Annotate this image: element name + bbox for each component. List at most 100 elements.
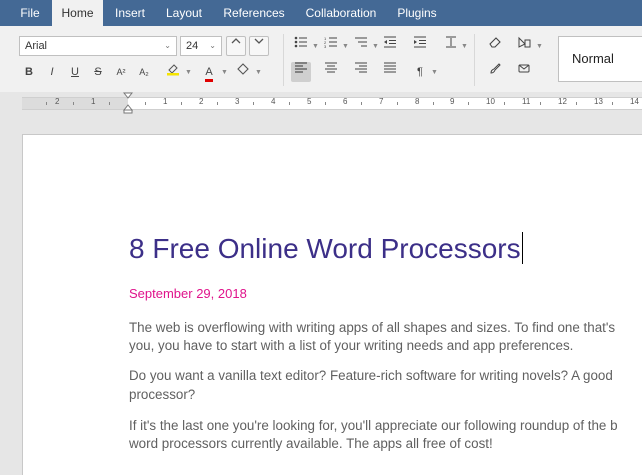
tab-plugins[interactable]: Plugins [390, 0, 444, 26]
paragraph-line[interactable]: The web is overflowing with writing apps… [129, 318, 615, 338]
align-right-icon [355, 62, 367, 73]
fill-color-button[interactable] [233, 62, 253, 82]
ruler-number: 6 [343, 97, 348, 106]
ruler-tick [468, 102, 469, 105]
ruler-tick [540, 102, 541, 105]
indent-icon [414, 36, 426, 48]
underline-button[interactable]: U [65, 62, 85, 82]
document-date[interactable]: September 29, 2018 [129, 286, 247, 301]
svg-text:3: 3 [324, 44, 327, 48]
ruler-number: 12 [558, 97, 567, 106]
chevron-down-icon [254, 38, 264, 44]
mail-merge-icon [518, 64, 530, 73]
ruler-tick [397, 102, 398, 105]
paragraph-line[interactable]: processor? [129, 385, 195, 405]
strikethrough-button[interactable]: S [88, 62, 108, 82]
bullet-list-button[interactable] [291, 36, 311, 56]
align-left-button[interactable] [291, 62, 311, 82]
tab-layout[interactable]: Layout [160, 0, 208, 26]
ruler-number: 8 [415, 97, 420, 106]
align-right-button[interactable] [351, 62, 371, 82]
ruler-tick [145, 102, 146, 105]
paintbrush-icon [490, 63, 501, 74]
heading-text: 8 Free Online Word Processors [129, 233, 521, 264]
increase-indent-button[interactable] [410, 36, 430, 56]
tab-file[interactable]: File [8, 0, 52, 26]
copy-style-button[interactable] [485, 62, 505, 82]
chevron-down-icon: ▼ [461, 43, 468, 50]
ruler-number: 11 [522, 97, 531, 106]
decrease-indent-button[interactable] [380, 36, 400, 56]
mail-merge-button[interactable] [514, 62, 534, 82]
bold-button[interactable]: B [19, 62, 39, 82]
chevron-down-icon: ⌄ [164, 41, 171, 50]
horizontal-ruler[interactable]: 2 1 1 2 3 4 5 6 7 8 9 10 11 12 13 14 [0, 92, 642, 112]
ruler-tick [612, 102, 613, 105]
ruler-number: 3 [235, 97, 240, 106]
chevron-down-icon: ▼ [342, 43, 349, 50]
ruler-tick [576, 102, 577, 105]
font-size-value: 24 [186, 40, 199, 52]
style-preset-normal[interactable]: Normal [558, 36, 642, 82]
tab-home[interactable]: Home [52, 0, 103, 26]
ruler-number: 13 [594, 97, 603, 106]
paint-bucket-icon [237, 63, 249, 75]
font-color-button[interactable]: A [199, 62, 219, 82]
eraser-icon [489, 37, 501, 48]
align-center-icon [325, 62, 337, 73]
paragraph-line[interactable]: you, you have to start with a list of yo… [129, 336, 573, 356]
paragraph-line[interactable]: Do you want a vanilla text editor? Featu… [129, 366, 613, 386]
ruler-number: 7 [379, 97, 384, 106]
tab-collaboration[interactable]: Collaboration [300, 0, 382, 26]
paragraph-line[interactable]: word processors currently available. The… [129, 434, 493, 454]
ruler-tick [73, 102, 74, 105]
paragraph-line[interactable]: If it's the last one you're looking for,… [129, 416, 618, 436]
multilevel-list-button[interactable] [351, 36, 371, 56]
document-heading[interactable]: 8 Free Online Word Processors [129, 232, 523, 265]
ruler-number: 2 [199, 97, 204, 106]
chevron-down-icon: ▼ [536, 43, 543, 50]
highlighter-icon [167, 64, 179, 76]
line-spacing-button[interactable] [440, 36, 460, 56]
justify-button[interactable] [380, 62, 400, 82]
tab-insert[interactable]: Insert [106, 0, 154, 26]
font-name-select[interactable]: Arial ⌄ [19, 36, 177, 56]
italic-button[interactable]: I [42, 62, 62, 82]
chevron-down-icon: ▼ [431, 69, 438, 76]
ruler-number: 9 [450, 97, 455, 106]
decrease-font-size-button[interactable] [249, 36, 269, 56]
ruler-tick [289, 102, 290, 105]
chevron-down-icon: ▼ [372, 43, 379, 50]
home-toolbar: Arial ⌄ 24 ⌄ B I U S A² A₂ ▼ A ▼ ▼ ▼ 123… [0, 26, 642, 93]
subscript-button[interactable]: A₂ [134, 62, 154, 82]
superscript-button[interactable]: A² [111, 62, 131, 82]
tab-references[interactable]: References [218, 0, 290, 26]
highlight-color-button[interactable] [163, 62, 183, 82]
toolbar-separator [283, 34, 284, 86]
document-page[interactable]: 8 Free Online Word Processors September … [22, 134, 642, 475]
align-left-icon [295, 62, 307, 73]
chevron-down-icon: ▼ [221, 69, 228, 76]
chevron-down-icon: ▼ [185, 69, 192, 76]
ruler-tick [325, 102, 326, 105]
ruler-tick [504, 102, 505, 105]
font-size-select[interactable]: 24 ⌄ [180, 36, 222, 56]
chevron-down-icon: ⌄ [209, 41, 216, 50]
clear-style-button[interactable] [485, 36, 505, 56]
ruler-number: 1 [163, 97, 168, 106]
multilevel-list-icon [355, 37, 367, 47]
numbered-list-button[interactable]: 123 [321, 36, 341, 56]
indent-marker-icon[interactable] [123, 92, 133, 114]
change-color-scheme-button[interactable] [514, 36, 534, 56]
ruler-tick [361, 102, 362, 105]
paragraph-marks-button[interactable]: ¶ [410, 62, 430, 82]
ruler-tick [433, 102, 434, 105]
ruler-tick [109, 102, 110, 105]
align-center-button[interactable] [321, 62, 341, 82]
ruler-number: 14 [630, 97, 639, 106]
line-spacing-icon [446, 36, 456, 48]
ruler-number: 2 [55, 97, 60, 106]
align-justify-icon [384, 62, 396, 73]
increase-font-size-button[interactable] [226, 36, 246, 56]
ruler-number: 5 [307, 97, 312, 106]
